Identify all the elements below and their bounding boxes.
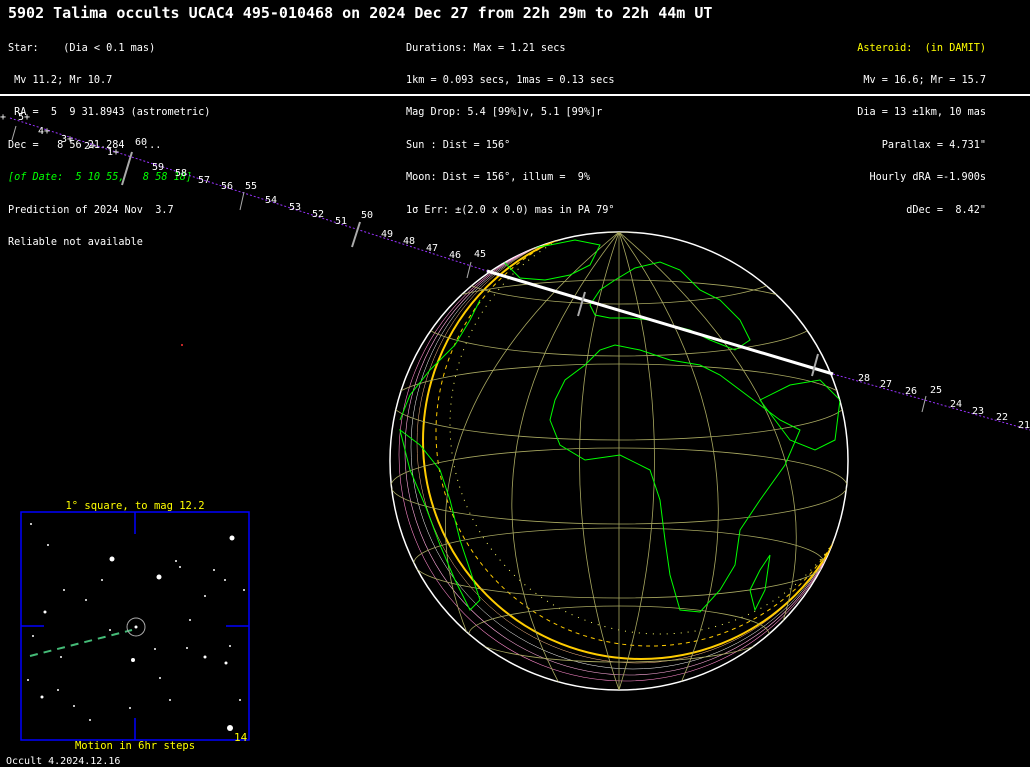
field-star [159, 677, 161, 679]
path-minute-label: 51 [335, 216, 347, 227]
path-minute-label: 49 [381, 229, 393, 240]
path-minute-label: 4+ [38, 126, 50, 137]
path-minute-label: 25 [930, 385, 942, 396]
field-star [129, 707, 131, 709]
path-minute-label: 47 [426, 243, 438, 254]
field-star [229, 645, 231, 647]
field-star [109, 556, 115, 562]
path-minute-label: 2+ [84, 141, 96, 152]
field-star [243, 589, 245, 591]
star-chart-corner-number: 14 [234, 731, 248, 744]
field-star [224, 579, 226, 581]
field-star [43, 610, 47, 614]
field-star [47, 544, 49, 546]
path-minute-label: 55 [245, 181, 257, 192]
path-minute-label: 26 [905, 386, 917, 397]
field-star [186, 647, 188, 649]
field-star [63, 589, 65, 591]
path-minute-label: 58 [175, 168, 187, 179]
field-star [229, 535, 235, 541]
version-label: Occult 4.2024.12.16 [6, 756, 121, 767]
path-minute-label: 52 [312, 209, 324, 220]
path-minute-label: 53 [289, 202, 301, 213]
field-star [154, 648, 156, 650]
path-minute-label: + [0, 112, 6, 123]
path-minute-label: 3+ [61, 134, 73, 145]
field-star [175, 560, 177, 562]
field-star [156, 574, 162, 580]
field-star [179, 566, 181, 568]
field-star [239, 699, 241, 701]
field-star [60, 656, 62, 658]
globe [389, 231, 849, 691]
field-star [27, 679, 29, 681]
path-minute-label: 57 [198, 175, 210, 186]
field-star [203, 655, 207, 659]
field-star [109, 629, 111, 631]
field-star [57, 689, 59, 691]
path-minute-label: 46 [449, 250, 461, 261]
occultation-map: +5+ 4+ 3+ 2+ 1+ 60 59 58 57 56 55 54 53 52 51 50 49 48 47 4… [0, 112, 1030, 741]
path-minute-label: 48 [403, 236, 415, 247]
path-minute-label: 28 [858, 373, 870, 384]
path-minute-label: 59 [152, 162, 164, 173]
path-minute-label: 27 [880, 379, 892, 390]
path-minute-label: 1+ [107, 147, 119, 158]
field-star [73, 705, 75, 707]
field-star [40, 695, 44, 699]
stray-marker [181, 344, 183, 346]
path-minute-label: 23 [972, 406, 984, 417]
path-minute-label: 22 [996, 412, 1008, 423]
field-star [213, 569, 215, 571]
path-minute-label: 5+ [18, 112, 30, 123]
field-star [131, 658, 135, 662]
path-minute-label: 24 [950, 399, 962, 410]
field-star [89, 719, 91, 721]
field-star [101, 579, 103, 581]
field-star [30, 523, 32, 525]
field-star [227, 725, 233, 731]
path-minute-label: 50 [361, 210, 373, 221]
path-minute-label: 60 [135, 137, 147, 148]
path-minute-label: 54 [265, 195, 277, 206]
field-star [224, 661, 228, 665]
path-minute-label: 45 [474, 249, 486, 260]
star-chart-title: 1° square, to mag 12.2 [65, 500, 205, 512]
field-star [32, 635, 34, 637]
field-star [204, 595, 206, 597]
star-chart-footer: Motion in 6hr steps [74, 740, 196, 752]
field-star [189, 619, 191, 621]
star-chart [20, 511, 250, 741]
path-minute-label: 56 [221, 181, 233, 192]
path-minute-label: 21 [1018, 420, 1030, 431]
field-star [169, 699, 171, 701]
field-star [85, 599, 87, 601]
